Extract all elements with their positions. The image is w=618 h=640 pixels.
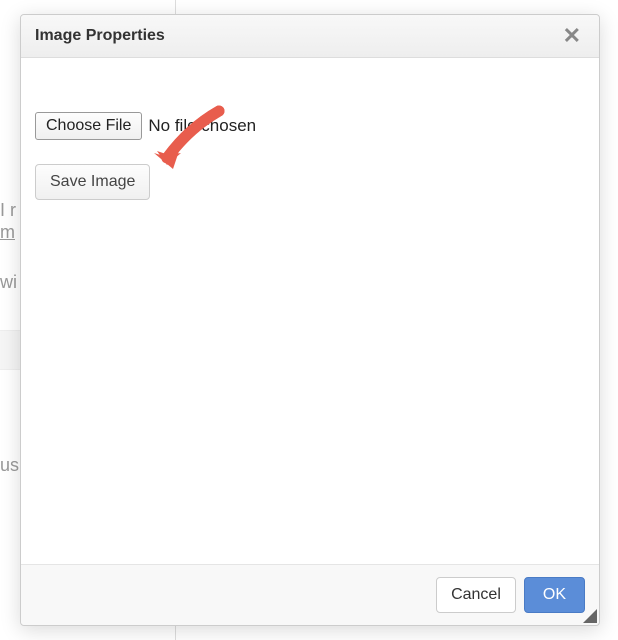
dialog-footer: Cancel OK [21, 564, 599, 625]
background-text: I r [0, 200, 16, 221]
background-text: us [0, 455, 19, 476]
pointer-arrow-icon [149, 103, 229, 183]
background-divider [0, 330, 20, 370]
image-properties-dialog: Image Properties ✕ Choose File No f [20, 14, 600, 626]
save-image-button[interactable]: Save Image [35, 164, 150, 200]
background-text: m [0, 222, 15, 243]
dialog-title: Image Properties [35, 27, 165, 45]
close-icon: ✕ [563, 23, 581, 48]
close-button[interactable]: ✕ [559, 25, 585, 47]
background-text: wi [0, 272, 17, 293]
file-input-row: Choose File No file chosen [35, 112, 585, 140]
choose-file-button[interactable]: Choose File [35, 112, 142, 140]
dialog-header: Image Properties ✕ [21, 15, 599, 58]
dialog-body: Choose File No file chosen Save Image [21, 58, 599, 564]
cancel-button[interactable]: Cancel [436, 577, 516, 613]
ok-button[interactable]: OK [524, 577, 585, 613]
resize-handle-icon[interactable] [583, 609, 597, 623]
background-divider [175, 0, 176, 15]
